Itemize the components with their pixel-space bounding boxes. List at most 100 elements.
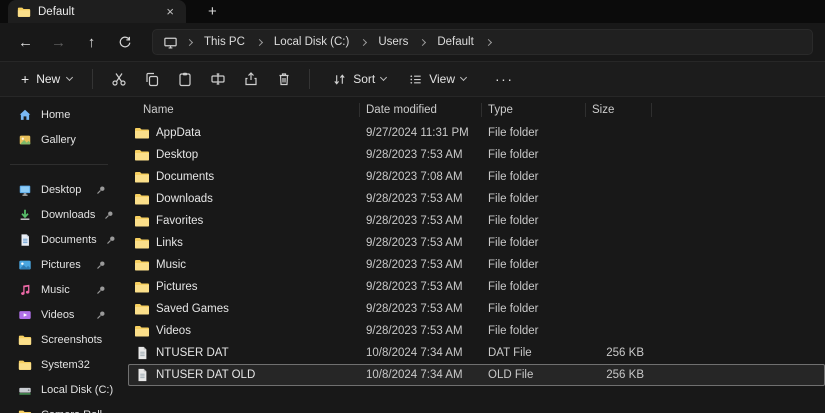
pin-icon [96,185,106,195]
sidebar-item-videos[interactable]: Videos [4,302,114,327]
sidebar-item-local-disk-c[interactable]: Local Disk (C:) [4,377,114,402]
file-row-videos[interactable]: Videos 9/28/2023 7:53 AM File folder [128,320,825,342]
file-row-ntuser-dat-old[interactable]: NTUSER DAT OLD 10/8/2024 7:34 AM OLD Fil… [128,364,825,386]
file-name: NTUSER DAT [156,347,229,359]
delete-button[interactable] [267,66,300,93]
navigation-bar: ← → ↑ This PC Local Disk (C:) Users Defa… [0,23,825,61]
file-date-modified: 9/28/2023 7:53 AM [360,259,482,271]
file-row-appdata[interactable]: AppData 9/27/2024 11:31 PM File folder [128,122,825,144]
file-date-modified: 9/28/2023 7:53 AM [360,325,482,337]
sidebar-item-label: Screenshots [41,334,102,346]
file-name: Documents [156,171,214,183]
chevron-down-icon [460,74,467,81]
sidebar-item-music[interactable]: Music [4,277,114,302]
back-button[interactable]: ← [12,29,39,56]
file-icon [134,346,150,360]
folder-icon [18,408,32,413]
chevron-right-icon [186,38,193,45]
more-options-button[interactable]: ··· [487,71,522,87]
cut-button[interactable] [102,66,135,93]
file-date-modified: 9/28/2023 7:53 AM [360,281,482,293]
file-row-documents[interactable]: Documents 9/28/2023 7:08 AM File folder [128,166,825,188]
pin-icon [96,285,106,295]
new-tab-button[interactable]: + [202,3,223,20]
column-header-name[interactable]: Name [128,99,360,121]
sidebar-item-label: Desktop [41,184,81,196]
column-header-date-modified[interactable]: Date modified [360,99,482,121]
folder-icon [18,333,32,347]
sidebar-divider [10,164,108,165]
address-bar[interactable]: This PC Local Disk (C:) Users Default [152,29,813,55]
file-name: Music [156,259,186,271]
file-type: File folder [482,259,586,271]
file-name: Favorites [156,215,203,227]
file-date-modified: 9/28/2023 7:53 AM [360,193,482,205]
file-name: Saved Games [156,303,229,315]
view-button-label: View [429,72,455,86]
file-row-ntuser-dat[interactable]: NTUSER DAT 10/8/2024 7:34 AM DAT File 25… [128,342,825,364]
breadcrumb-default[interactable]: Default [431,34,479,50]
file-type: File folder [482,127,586,139]
file-row-downloads[interactable]: Downloads 9/28/2023 7:53 AM File folder [128,188,825,210]
chevron-down-icon [66,74,73,81]
sidebar-item-system32[interactable]: System32 [4,352,114,377]
folder-icon [134,148,150,162]
file-row-favorites[interactable]: Favorites 9/28/2023 7:53 AM File folder [128,210,825,232]
sidebar-item-label: System32 [41,359,90,371]
sidebar-item-documents[interactable]: Documents [4,227,114,252]
sidebar-item-screenshots[interactable]: Screenshots [4,327,114,352]
file-list: Name Date modified Type Size AppData 9/2… [118,97,825,413]
chevron-right-icon [256,38,263,45]
tab-close-icon[interactable]: × [163,5,177,18]
file-row-saved-games[interactable]: Saved Games 9/28/2023 7:53 AM File folde… [128,298,825,320]
folder-icon [134,324,150,338]
file-type: File folder [482,281,586,293]
breadcrumb-local-disk-c[interactable]: Local Disk (C:) [268,34,355,50]
view-icon [408,72,423,87]
copy-button[interactable] [135,66,168,93]
file-date-modified: 9/28/2023 7:53 AM [360,215,482,227]
sidebar-item-camera-roll[interactable]: Camera Roll [4,402,114,413]
column-header-type[interactable]: Type [482,99,586,121]
share-button[interactable] [234,66,267,93]
sidebar-item-downloads[interactable]: Downloads [4,202,114,227]
new-button-label: New [36,72,60,86]
view-button[interactable]: View [399,66,475,93]
rename-button[interactable] [201,66,234,93]
breadcrumb-users[interactable]: Users [372,34,414,50]
sidebar-item-pictures[interactable]: Pictures [4,252,114,277]
file-name: Desktop [156,149,198,161]
file-row-desktop[interactable]: Desktop 9/28/2023 7:53 AM File folder [128,144,825,166]
paste-button[interactable] [168,66,201,93]
file-icon [134,368,150,382]
sort-button-label: Sort [353,72,375,86]
file-type: File folder [482,303,586,315]
new-button[interactable]: + New [10,66,83,93]
file-row-links[interactable]: Links 9/28/2023 7:53 AM File folder [128,232,825,254]
home-icon [18,108,32,122]
file-row-music[interactable]: Music 9/28/2023 7:53 AM File folder [128,254,825,276]
pin-icon [96,310,106,320]
file-type: DAT File [482,347,586,359]
chevron-right-icon [485,38,492,45]
up-button[interactable]: ↑ [78,29,105,56]
file-date-modified: 9/28/2023 7:53 AM [360,237,482,249]
file-row-pictures[interactable]: Pictures 9/28/2023 7:53 AM File folder [128,276,825,298]
sidebar-item-gallery[interactable]: Gallery [4,127,114,152]
sidebar-item-label: Downloads [41,209,95,221]
sidebar-item-label: Music [41,284,70,296]
chevron-right-icon [360,38,367,45]
sort-button[interactable]: Sort [323,66,395,93]
file-type: File folder [482,215,586,227]
explorer-tab[interactable]: Default × [8,0,186,23]
sidebar-item-desktop[interactable]: Desktop [4,177,114,202]
refresh-button[interactable] [111,29,138,56]
pin-icon [96,260,106,270]
sidebar-item-label: Videos [41,309,74,321]
column-header-size[interactable]: Size [586,99,652,121]
file-date-modified: 10/8/2024 7:34 AM [360,347,482,359]
forward-button[interactable]: → [45,29,72,56]
breadcrumb-this-pc[interactable]: This PC [198,34,251,50]
sidebar-item-home[interactable]: Home [4,102,114,127]
this-pc-icon [163,35,178,50]
